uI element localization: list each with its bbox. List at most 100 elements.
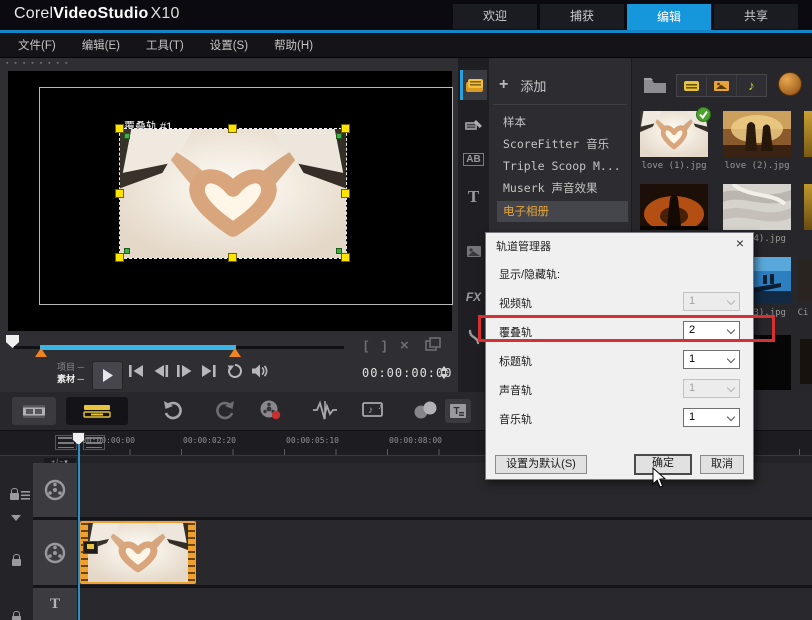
menu-settings[interactable]: 设置(S) xyxy=(210,37,248,53)
resize-handle-e[interactable] xyxy=(341,189,350,198)
ruler-label: 00:00:02:20 xyxy=(183,436,236,445)
resize-handle-sw[interactable] xyxy=(115,253,124,262)
add-label: 添加 xyxy=(520,76,546,95)
resize-handle-n[interactable] xyxy=(228,124,237,133)
go-start-button[interactable] xyxy=(128,364,145,378)
filter-audio-button[interactable]: ♪ xyxy=(737,75,766,96)
dialog-close-button[interactable]: × xyxy=(736,235,744,251)
set-default-button[interactable]: 设置为默认(S) xyxy=(495,455,587,474)
menu-edit[interactable]: 编辑(E) xyxy=(82,37,120,53)
volume-button[interactable] xyxy=(251,363,270,379)
menu-tools[interactable]: 工具(T) xyxy=(146,37,184,53)
timeline-view-button[interactable] xyxy=(66,397,128,425)
mode-clip-label[interactable]: 素材 ─ xyxy=(57,374,84,384)
music-track-count-select[interactable]: 1 xyxy=(683,408,740,427)
overlay-clip[interactable] xyxy=(80,521,196,584)
filter-photo-button[interactable] xyxy=(707,75,737,96)
auto-music-button[interactable]: ♪♪ xyxy=(362,400,388,420)
mode-project-label[interactable]: 项目 ─ xyxy=(57,362,84,372)
add-category-button[interactable]: + 添加 xyxy=(499,72,619,98)
overlay-track-lock-icon[interactable] xyxy=(12,559,21,566)
trim-start-handle[interactable] xyxy=(35,348,47,357)
timecode-down-spinner[interactable] xyxy=(440,374,448,379)
graphic-button[interactable] xyxy=(460,236,487,266)
ride-all-tracks-icon[interactable] xyxy=(10,491,30,500)
title-track-header[interactable]: T xyxy=(33,588,78,620)
category-muserk[interactable]: Muserk 声音效果 xyxy=(497,178,628,199)
menu-file[interactable]: 文件(F) xyxy=(18,37,56,53)
title-track-lane[interactable] xyxy=(79,588,812,620)
go-end-button[interactable] xyxy=(200,364,217,378)
storyboard-view-button[interactable] xyxy=(12,397,56,425)
thumbnail-silhouette[interactable] xyxy=(640,184,708,230)
thumbnail-black[interactable] xyxy=(753,335,791,390)
tab-capture[interactable]: 捕获 xyxy=(540,4,624,29)
category-samples[interactable]: 样本 xyxy=(497,112,628,133)
redo-button[interactable] xyxy=(214,400,236,420)
title-track-lock-icon[interactable] xyxy=(12,616,21,620)
instant-project-button[interactable] xyxy=(460,110,487,140)
title-button[interactable]: T xyxy=(460,182,487,212)
instant-project-icon xyxy=(464,118,483,132)
subtitle-editor-button[interactable]: T xyxy=(445,399,471,423)
menu-bar: 文件(F) 编辑(E) 工具(T) 设置(S) 帮助(H) xyxy=(0,33,812,58)
timecode-up-spinner[interactable] xyxy=(440,366,448,371)
mark-in-icon[interactable]: [ xyxy=(364,338,368,353)
resize-handle-ne[interactable] xyxy=(341,124,350,133)
playhead-line[interactable] xyxy=(78,444,80,620)
category-ealbum[interactable]: 电子相册 xyxy=(497,201,628,222)
prev-frame-button[interactable] xyxy=(153,364,170,378)
repeat-button[interactable] xyxy=(227,363,243,379)
folder-icon[interactable] xyxy=(643,76,667,94)
video-track-header[interactable] xyxy=(33,463,78,517)
tab-welcome[interactable]: 欢迎 xyxy=(453,4,537,29)
split-clip-icon[interactable]: × xyxy=(400,337,409,354)
smart-package-icon[interactable] xyxy=(778,72,802,96)
overlay-track-header[interactable] xyxy=(33,520,78,585)
resize-handle-se[interactable] xyxy=(341,253,350,262)
menu-help[interactable]: 帮助(H) xyxy=(274,37,313,53)
title-track-count-select[interactable]: 1 xyxy=(683,350,740,369)
overlay-clip-image[interactable] xyxy=(120,129,346,258)
category-scorefitter[interactable]: ScoreFitter 音乐 xyxy=(497,134,628,155)
panel-drag-handle[interactable]: ▪ ▪ ▪ ▪ ▪ ▪ ▪ ▪ xyxy=(6,61,69,67)
cancel-button[interactable]: 取消 xyxy=(700,455,744,474)
trim-end-handle[interactable] xyxy=(229,348,241,357)
tab-share[interactable]: 共享 xyxy=(714,4,798,29)
overlay-clip-selection[interactable]: 覆叠轨 #1 xyxy=(120,129,346,258)
filter-video-button[interactable] xyxy=(677,75,707,96)
record-capture-button[interactable] xyxy=(258,399,282,421)
play-button[interactable] xyxy=(92,361,123,390)
sound-mixer-button[interactable] xyxy=(312,400,338,420)
undo-button[interactable] xyxy=(162,400,184,420)
thumbnail-love2[interactable] xyxy=(723,111,791,157)
thumbnail-partial[interactable] xyxy=(804,184,812,230)
music-track-row-label: 音乐轨 xyxy=(499,411,532,427)
resize-handle-s[interactable] xyxy=(228,253,237,262)
rotate-handle-nw[interactable] xyxy=(124,133,130,139)
transition-button[interactable]: AB xyxy=(460,144,487,174)
rotate-handle-ne[interactable] xyxy=(336,133,342,139)
collapse-tracks-icon[interactable] xyxy=(11,515,21,521)
trim-range-bar[interactable] xyxy=(40,345,236,350)
chevron-down-icon xyxy=(727,413,735,421)
media-category-button[interactable] xyxy=(460,70,487,100)
thumbnail-partial[interactable] xyxy=(804,111,812,157)
rotate-handle-sw[interactable] xyxy=(124,248,130,254)
category-triplescoop[interactable]: Triple Scoop M... xyxy=(497,156,628,177)
thumbnail-partial[interactable] xyxy=(798,259,812,301)
filter-button[interactable]: FX xyxy=(460,282,487,312)
timecode-display[interactable]: 00:00:00:00 xyxy=(362,366,452,380)
thumbnail-partial[interactable] xyxy=(800,339,812,384)
resize-handle-w[interactable] xyxy=(115,189,124,198)
rotate-handle-se[interactable] xyxy=(336,248,342,254)
resize-handle-nw[interactable] xyxy=(115,124,124,133)
mark-out-icon[interactable]: ] xyxy=(382,338,386,353)
motion-tracking-button[interactable] xyxy=(412,400,440,420)
ab-transition-icon: AB xyxy=(463,153,483,166)
ruler-label: 00:00:00:00 xyxy=(82,436,135,445)
thumbnail-fabric[interactable] xyxy=(723,184,791,230)
next-frame-button[interactable] xyxy=(176,364,193,378)
storyboard-icon xyxy=(22,403,46,420)
enlarge-preview-icon[interactable] xyxy=(425,337,442,352)
